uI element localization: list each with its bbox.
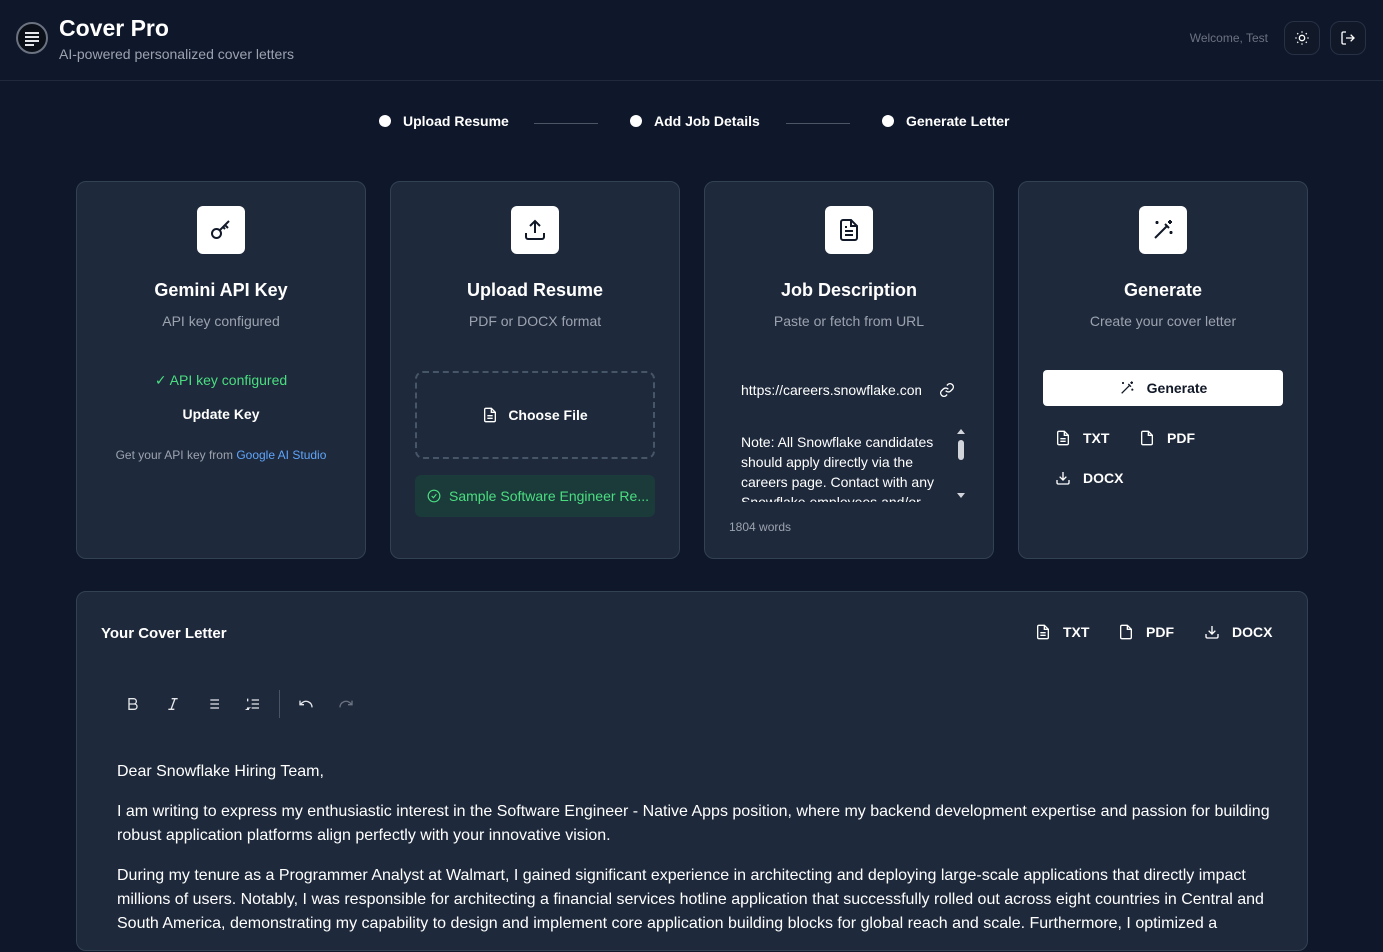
card-title: Generate: [1123, 280, 1203, 300]
app-subtitle: AI-powered personalized cover letters: [59, 46, 295, 62]
step-generate-letter: Generate Letter: [882, 113, 1009, 129]
generate-card: Generate Create your cover letter Genera…: [1018, 181, 1308, 559]
card-title: Job Description: [780, 280, 918, 300]
step-connector: [786, 123, 850, 124]
download-pdf-button[interactable]: PDF: [1139, 430, 1195, 446]
update-key-button[interactable]: Update Key: [77, 406, 365, 422]
numbered-list-button[interactable]: [233, 686, 273, 722]
txt-label: TXT: [1063, 624, 1090, 640]
download-icon: [1056, 472, 1070, 485]
undo-icon: [299, 700, 313, 708]
bullet-list-button[interactable]: [193, 686, 233, 722]
card-subtitle: API key configured: [162, 313, 280, 329]
api-status-text: ✓ API key configured: [154, 372, 288, 388]
url-row: [729, 370, 969, 410]
link-icon: [940, 383, 954, 397]
download-icon: [1205, 626, 1219, 639]
key-icon: [197, 206, 245, 254]
redo-icon: [339, 700, 353, 708]
card-subtitle: PDF or DOCX format: [468, 313, 602, 329]
app-title: Cover Pro: [59, 15, 169, 41]
google-ai-studio-link[interactable]: Google AI Studio: [236, 448, 326, 462]
generate-button[interactable]: Generate: [1043, 370, 1283, 406]
download-docx-button[interactable]: DOCX: [1055, 470, 1123, 486]
card-title: Upload Resume: [466, 280, 604, 300]
uploaded-file-chip: Sample Software Engineer Re...: [415, 475, 655, 517]
document-icon: [825, 206, 873, 254]
docx-label: DOCX: [1232, 624, 1273, 640]
job-description-textarea[interactable]: Note: All Snowflake candidates should ap…: [729, 426, 969, 502]
step-connector: [534, 123, 598, 124]
cover-letter-editor[interactable]: Dear Snowflake Hiring Team, I am writing…: [117, 760, 1277, 952]
step-add-job-details: Add Job Details: [630, 113, 760, 129]
generate-label: Generate: [1146, 380, 1208, 396]
bold-icon: [128, 698, 138, 710]
app-header: Cover Pro AI-powered personalized cover …: [0, 0, 1383, 81]
api-help-prefix: Get your API key from: [115, 448, 237, 462]
bullet-list-icon: [207, 699, 219, 709]
step-dot: [882, 115, 894, 127]
step-label: Add Job Details: [654, 113, 760, 129]
toolbar-divider: [279, 690, 280, 718]
file-icon: [1120, 624, 1132, 640]
letter-paragraph: Dear Snowflake Hiring Team,: [117, 763, 324, 780]
letter-download-docx-button[interactable]: DOCX: [1204, 624, 1272, 640]
step-label: Upload Resume: [403, 113, 509, 129]
file-icon: [1141, 430, 1153, 446]
choose-file-button[interactable]: Choose File: [415, 371, 655, 459]
upload-icon: [511, 206, 559, 254]
welcome-text: Welcome, Test: [1189, 31, 1268, 45]
choose-file-label: Choose File: [508, 407, 588, 423]
txt-label: TXT: [1083, 430, 1110, 446]
word-count: 1804 words: [729, 520, 792, 534]
file-text-icon: [1057, 430, 1069, 446]
italic-icon: [168, 698, 178, 710]
logout-button[interactable]: [1330, 21, 1366, 55]
api-help-text: Get your API key from Google AI Studio: [77, 448, 365, 462]
redo-button[interactable]: [326, 686, 366, 722]
theme-toggle-button[interactable]: [1284, 21, 1320, 55]
job-url-input[interactable]: [729, 374, 921, 406]
sun-icon: [1295, 31, 1309, 45]
numbered-list-icon: [245, 698, 259, 710]
cover-letter-card: Your Cover Letter TXT PDF DOCX Dear Snow…: [76, 591, 1308, 951]
logout-icon: [1341, 31, 1355, 45]
undo-button[interactable]: [286, 686, 326, 722]
editor-toolbar: [113, 686, 366, 722]
letter-download-pdf-button[interactable]: PDF: [1118, 624, 1174, 640]
step-label: Generate Letter: [906, 113, 1010, 129]
api-key-card: Gemini API Key API key configured ✓ API …: [76, 181, 366, 559]
job-description-card: Job Description Paste or fetch from URL …: [704, 181, 994, 559]
scrollbar[interactable]: [955, 426, 967, 502]
italic-button[interactable]: [153, 686, 193, 722]
card-title: Gemini API Key: [154, 280, 288, 300]
card-subtitle: Paste or fetch from URL: [773, 313, 925, 329]
file-text-icon: [1037, 624, 1049, 640]
uploaded-file-name: Sample Software Engineer Re...: [449, 488, 649, 504]
card-subtitle: Create your cover letter: [1089, 313, 1237, 329]
cover-letter-title: Your Cover Letter: [101, 625, 227, 642]
progress-steps: Upload Resume Add Job Details Generate L…: [0, 113, 1383, 135]
step-upload-resume: Upload Resume: [379, 113, 509, 129]
letter-download-txt-button[interactable]: TXT: [1035, 624, 1089, 640]
check-circle-icon: [427, 489, 441, 503]
magic-wand-icon: [1139, 206, 1187, 254]
file-icon: [484, 407, 497, 423]
letter-paragraph: During my tenure as a Programmer Analyst…: [117, 867, 1264, 932]
step-dot: [379, 115, 391, 127]
upload-resume-card: Upload Resume PDF or DOCX format Choose …: [390, 181, 680, 559]
step-dot: [630, 115, 642, 127]
logo-icon: [16, 22, 48, 54]
bold-button[interactable]: [113, 686, 153, 722]
letter-paragraph: I am writing to express my enthusiastic …: [117, 803, 1270, 844]
download-txt-button[interactable]: TXT: [1055, 430, 1109, 446]
pdf-label: PDF: [1146, 624, 1174, 640]
docx-label: DOCX: [1083, 470, 1124, 486]
pdf-label: PDF: [1167, 430, 1195, 446]
fetch-url-button[interactable]: [929, 374, 965, 406]
magic-wand-icon: [1120, 381, 1133, 394]
